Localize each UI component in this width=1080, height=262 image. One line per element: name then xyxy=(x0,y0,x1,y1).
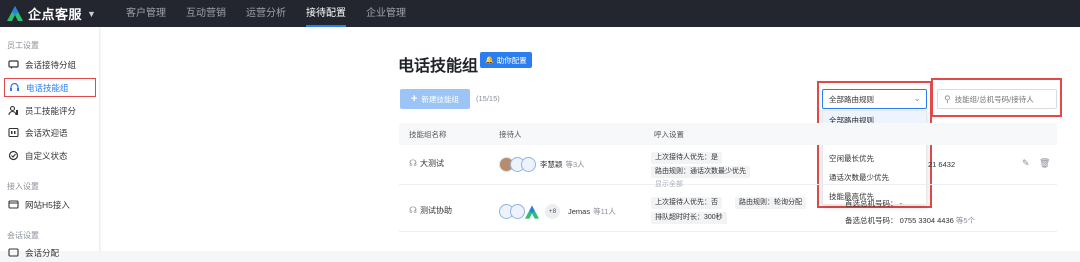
inbound-tag: 上次接待人优先：否 xyxy=(651,197,722,209)
inbound-tag: 路由规则：轮询分配 xyxy=(735,197,806,209)
avatar xyxy=(521,157,536,172)
group-count: (15/15) xyxy=(476,94,500,103)
skill-group-name-text: 大测试 xyxy=(420,159,444,168)
help-config-button[interactable]: 🔔 助你配置 xyxy=(480,52,532,68)
sidebar-item-label: 员工技能评分 xyxy=(25,105,77,116)
brand-name: 企点客服 xyxy=(28,7,83,22)
sidebar-item-web-h5[interactable]: 网站H5接入 xyxy=(4,195,96,214)
edit-icon[interactable]: ✎ xyxy=(1022,158,1030,169)
sidebar-item-label: 会话欢迎语 xyxy=(25,127,68,138)
plus-icon: + xyxy=(411,93,418,105)
backup-phone-more: 等5个 xyxy=(955,216,976,225)
help-config-label: 助你配置 xyxy=(496,55,527,65)
nav-item-marketing[interactable]: 互动营销 xyxy=(186,0,226,27)
phone-number-partial: 21 6432 xyxy=(928,160,956,169)
user-score-icon xyxy=(8,105,19,116)
sidebar-item-custom-status[interactable]: 自定义状态 xyxy=(4,146,96,165)
status-icon xyxy=(8,150,19,161)
primary-phone-label: 首选总机号码： xyxy=(845,199,898,208)
nav-item-reception-config[interactable]: 接待配置 xyxy=(306,0,346,27)
primary-phone-value: - xyxy=(899,199,903,208)
agent-name: 李慧颖 xyxy=(540,160,563,169)
skill-group-name-text: 测试协助 xyxy=(420,206,452,215)
sidebar-group-staff: 员工设置 xyxy=(7,41,39,50)
agent-count: 等11人 xyxy=(593,207,616,216)
sidebar-group-session: 会话设置 xyxy=(7,231,39,240)
sidebar-item-label: 会话接待分组 xyxy=(25,59,77,70)
primary-phone: 首选总机号码： - xyxy=(845,198,902,209)
web-icon xyxy=(8,199,19,210)
sidebar-item-label: 网站H5接入 xyxy=(25,199,70,210)
table-row[interactable]: ☊ 大测试 李慧颖 等3人 上次接待人优先：是 路由规则：通话次数最少优先 显示… xyxy=(399,145,1057,188)
column-header-agent: 接待人 xyxy=(499,130,522,139)
new-skill-group-button[interactable]: + 新建技能组 xyxy=(400,89,470,109)
main-content: 电话技能组 🔔 助你配置 + 新建技能组 (15/15) 全部路由规则 ⌄ 全部… xyxy=(101,27,1080,251)
chat-group-icon xyxy=(8,59,19,70)
sidebar-item-assign[interactable]: 会话分配 xyxy=(4,243,96,262)
nav-item-enterprise[interactable]: 企业管理 xyxy=(366,0,406,27)
search-input[interactable] xyxy=(954,94,1051,104)
brand-logo-icon xyxy=(7,6,23,21)
table-row[interactable]: ☊ 测试协助 +8 Jemas 等11人 上次接待人优先：否 路由规则：轮询分配… xyxy=(399,187,1057,232)
sidebar-item-chat-group[interactable]: 会话接待分组 xyxy=(4,55,96,74)
sidebar-item-label: 自定义状态 xyxy=(25,150,68,161)
delete-icon[interactable]: 🗑 xyxy=(1039,158,1050,169)
sidebar-group-access: 接入设置 xyxy=(7,182,39,191)
backup-phone-label: 备选总机号码： xyxy=(845,216,898,225)
sidebar: 员工设置 会话接待分组 电话技能组 员工技能评分 会话欢迎语 自定义状态 接入设… xyxy=(0,27,100,258)
inbound-tag: 路由规则：通话次数最少优先 xyxy=(651,166,750,178)
headset-icon: ☊ xyxy=(409,158,417,168)
new-skill-group-label: 新建技能组 xyxy=(421,94,459,104)
column-header-name: 技能组名称 xyxy=(409,130,447,139)
column-header-inbound: 呼入设置 xyxy=(654,130,684,139)
table-header: 技能组名称 接待人 呼入设置 xyxy=(399,123,1057,145)
sidebar-item-skill-score[interactable]: 员工技能评分 xyxy=(4,101,96,120)
chevron-down-icon: ⌄ xyxy=(913,93,921,103)
inbound-tag: 排队超时时长：300秒 xyxy=(651,212,727,224)
more-agents-badge[interactable]: +8 xyxy=(545,204,560,219)
agent-avatars: +8 Jemas 等11人 xyxy=(499,204,616,219)
backup-phone-value: 0755 3304 4436 xyxy=(899,216,954,225)
search-box: ⚲ xyxy=(937,89,1057,109)
backup-phone: 备选总机号码： 0755 3304 4436 等5个 xyxy=(845,215,975,226)
sidebar-item-welcome[interactable]: 会话欢迎语 xyxy=(4,123,96,142)
sidebar-item-label: 电话技能组 xyxy=(26,82,69,93)
routing-rule-selected: 全部路由规则 xyxy=(829,94,874,104)
welcome-icon xyxy=(8,127,19,138)
top-nav-bar: 企点客服 ▼ 客户管理 互动营销 运营分析 接待配置 企业管理 xyxy=(0,0,1080,27)
skill-group-name: ☊ 大测试 xyxy=(409,158,444,169)
skill-group-name: ☊ 测试协助 xyxy=(409,205,452,216)
chevron-down-icon[interactable]: ▼ xyxy=(87,9,96,19)
assign-icon xyxy=(8,247,19,258)
avatar xyxy=(510,204,525,219)
sidebar-item-phone-skill-group[interactable]: 电话技能组 xyxy=(4,78,96,97)
headset-icon xyxy=(9,82,20,93)
routing-rule-select[interactable]: 全部路由规则 ⌄ xyxy=(822,89,927,109)
nav-item-analytics[interactable]: 运营分析 xyxy=(246,0,286,27)
nav-item-customer[interactable]: 客户管理 xyxy=(126,0,166,27)
agent-count: 等3人 xyxy=(565,160,585,169)
bell-icon: 🔔 xyxy=(485,57,494,64)
agent-avatars: 李慧颖 等3人 xyxy=(499,157,585,172)
brand-logo-icon xyxy=(525,204,539,219)
brand[interactable]: 企点客服 ▼ xyxy=(0,0,126,27)
headset-icon: ☊ xyxy=(409,205,417,215)
page-title: 电话技能组 xyxy=(398,58,479,75)
agent-name: Jemas xyxy=(568,207,591,216)
inbound-tag: 上次接待人优先：是 xyxy=(651,152,722,164)
search-icon: ⚲ xyxy=(944,93,951,104)
sidebar-item-label: 会话分配 xyxy=(25,247,60,258)
